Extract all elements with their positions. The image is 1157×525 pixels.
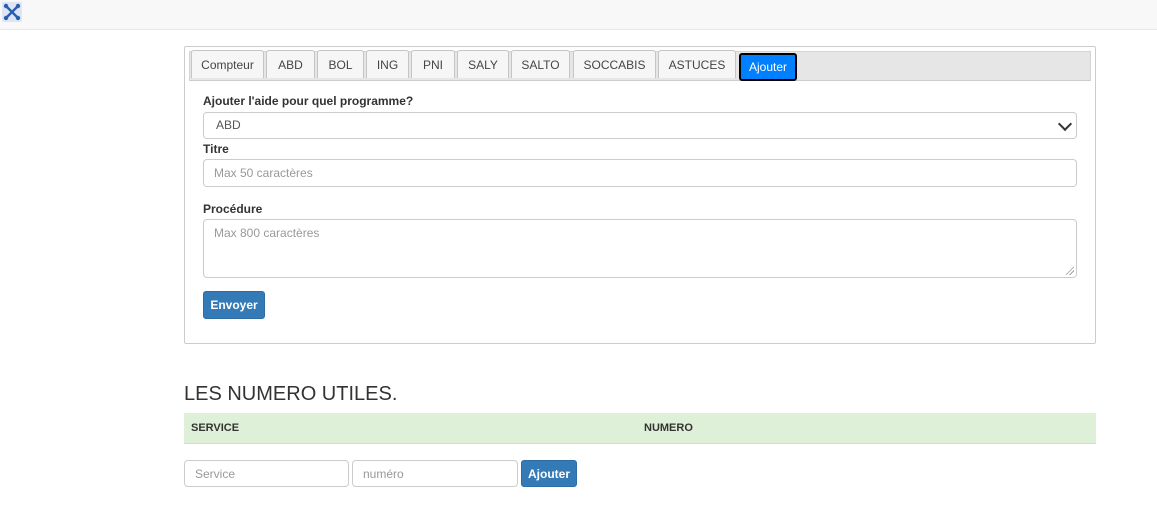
tab-soccabis[interactable]: SOCCABIS — [573, 50, 656, 78]
tab-ajouter[interactable]: Ajouter — [739, 53, 797, 81]
help-panel: Compteur ABD BOL ING PNI SALY SALTO SOCC… — [184, 46, 1096, 344]
tab-compteur[interactable]: Compteur — [191, 50, 264, 78]
chevron-down-icon — [1057, 116, 1073, 132]
service-input[interactable] — [184, 460, 349, 487]
title-input[interactable] — [203, 159, 1077, 187]
column-numero: NUMERO — [644, 422, 693, 434]
program-select[interactable]: ABD — [203, 112, 1077, 139]
program-select-value: ABD — [216, 118, 241, 132]
procedure-textarea[interactable] — [203, 219, 1077, 278]
tab-saly[interactable]: SALY — [457, 50, 509, 78]
tab-ing[interactable]: ING — [366, 50, 409, 78]
numbers-table-header: SERVICE NUMERO — [184, 413, 1096, 444]
procedure-label: Procédure — [203, 202, 263, 216]
tab-pni[interactable]: PNI — [411, 50, 455, 78]
top-navbar — [0, 0, 1157, 30]
add-number-button[interactable]: Ajouter — [521, 460, 577, 487]
app-logo-icon[interactable] — [2, 2, 22, 22]
submit-button[interactable]: Envoyer — [203, 291, 265, 319]
procedure-wrapper — [203, 219, 1077, 278]
tab-astuces[interactable]: ASTUCES — [658, 50, 736, 78]
tab-abd[interactable]: ABD — [266, 50, 315, 78]
title-label: Titre — [203, 142, 229, 156]
resize-handle-icon[interactable] — [1066, 267, 1074, 275]
program-label: Ajouter l'aide pour quel programme? — [203, 94, 414, 108]
tab-salto[interactable]: SALTO — [511, 50, 570, 78]
tab-bol[interactable]: BOL — [317, 50, 364, 78]
numbers-heading: LES NUMERO UTILES. — [184, 383, 398, 405]
column-service: SERVICE — [191, 422, 240, 434]
numero-input[interactable] — [352, 460, 518, 487]
